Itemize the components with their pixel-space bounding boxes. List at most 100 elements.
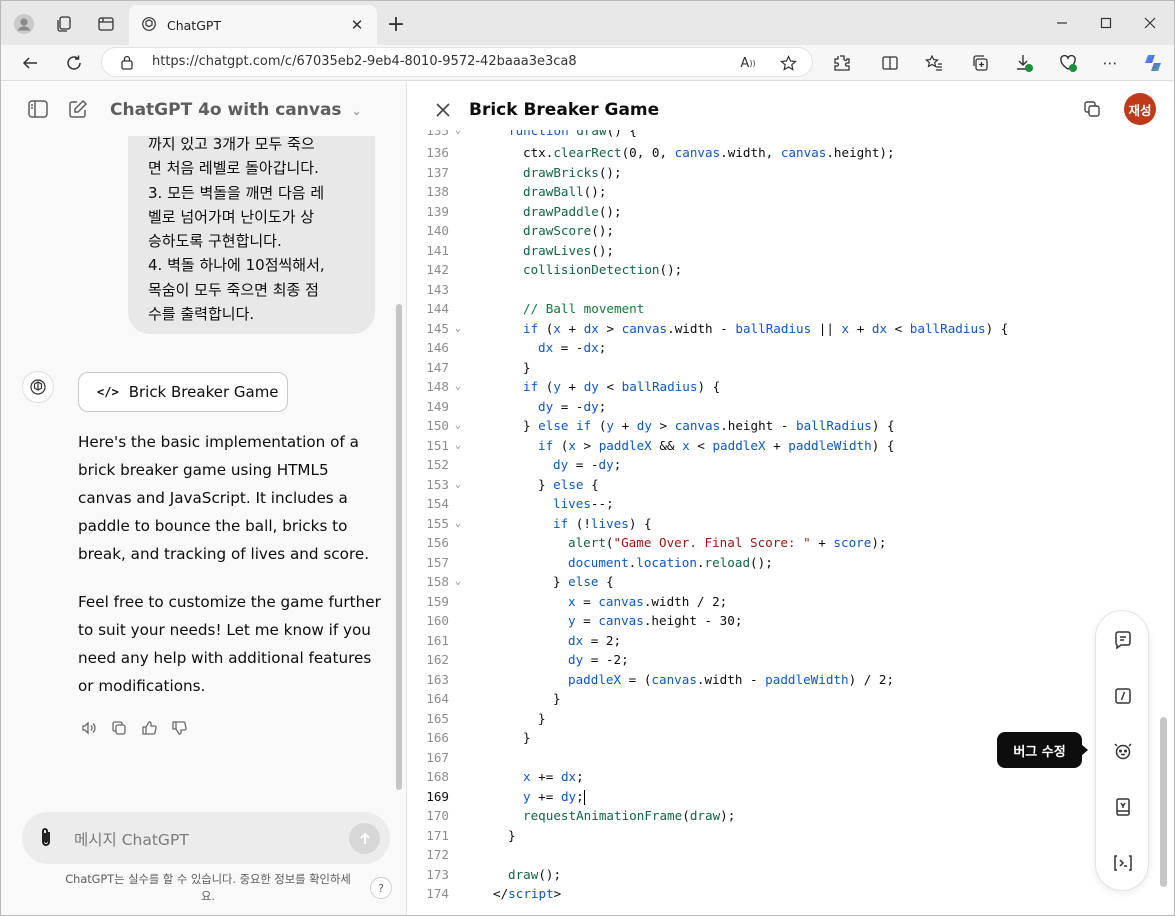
code-line: 157 document.location.reload(); bbox=[426, 554, 773, 570]
split-screen-icon[interactable] bbox=[877, 50, 903, 76]
fix-bugs-tooltip: 버그 수정 bbox=[997, 732, 1088, 768]
read-aloud-icon[interactable] bbox=[79, 718, 99, 738]
thumbs-down-icon[interactable] bbox=[169, 718, 189, 738]
collections-icon[interactable] bbox=[967, 50, 993, 76]
user-avatar[interactable]: 재성 bbox=[1124, 93, 1156, 125]
profile-icon[interactable] bbox=[11, 11, 37, 37]
new-chat-icon[interactable] bbox=[65, 96, 91, 122]
browser-essentials-icon[interactable] bbox=[1055, 50, 1081, 76]
canvas-tools-menu bbox=[1095, 610, 1149, 891]
attach-paperclip-icon[interactable] bbox=[38, 826, 54, 853]
chat-header: ChatGPT 4o with canvas ⌄ bbox=[1, 82, 406, 136]
code-line: 168 x += dx; bbox=[426, 769, 584, 784]
code-line: 140 drawScore(); bbox=[426, 223, 614, 238]
code-review-icon[interactable] bbox=[1111, 628, 1135, 652]
code-line: 163 paddleX = (canvas.width - paddleWidth… bbox=[426, 671, 895, 687]
chatgpt-avatar-icon bbox=[22, 371, 54, 403]
code-editor[interactable]: 135 ⌄ function draw() { 136 ctx.clearRect(0… bbox=[407, 130, 1174, 915]
code-scrollbar[interactable] bbox=[1160, 717, 1167, 887]
back-icon[interactable] bbox=[16, 49, 44, 77]
minimize-icon[interactable] bbox=[1047, 9, 1077, 37]
close-canvas-icon[interactable] bbox=[431, 98, 455, 122]
browser-window: ChatGPT ✕ + https://chatgpt.com/c/67035e… bbox=[0, 0, 1175, 916]
code-line: 137 drawBricks(); bbox=[426, 164, 622, 180]
code-line: 135 ⌄ function draw() { bbox=[426, 130, 637, 138]
assistant-reply-paragraph-2: Feel free to customize the game further … bbox=[78, 593, 381, 695]
add-comments-icon[interactable] bbox=[1111, 684, 1135, 708]
disclaimer-text: ChatGPT는 실수를 할 수 있습니다. 중요한 정보를 확인하세요. bbox=[65, 873, 351, 903]
model-selector[interactable]: ChatGPT 4o with canvas ⌄ bbox=[110, 100, 362, 120]
message-composer[interactable]: 메시지 ChatGPT bbox=[22, 812, 390, 864]
add-logs-icon[interactable] bbox=[1111, 795, 1135, 819]
code-line: 170 requestAnimationFrame(draw); bbox=[426, 808, 736, 823]
active-line-number: 169 bbox=[426, 788, 449, 804]
code-line: 142 collisionDetection(); bbox=[426, 262, 683, 277]
send-button[interactable] bbox=[349, 823, 380, 854]
fix-bugs-icon[interactable] bbox=[1111, 739, 1135, 763]
code-line: 152 dy = -dy; bbox=[426, 457, 622, 472]
copy-icon[interactable] bbox=[109, 718, 129, 738]
sidebar-toggle-icon[interactable] bbox=[25, 96, 51, 122]
tab-actions-icon[interactable] bbox=[93, 11, 119, 37]
code-line: 158 ⌄} else { bbox=[426, 574, 614, 589]
code-line: 171} bbox=[426, 827, 516, 843]
title-bar: ChatGPT ✕ + bbox=[1, 1, 1174, 45]
code-line: 136 ctx.clearRect(0, 0, canvas.width, can… bbox=[426, 145, 895, 160]
chat-scrollbar[interactable] bbox=[396, 304, 402, 790]
code-line: 166} bbox=[426, 730, 531, 745]
new-tab-icon[interactable]: + bbox=[383, 11, 409, 37]
open-canvas-button[interactable]: </> Brick Breaker Game bbox=[78, 372, 288, 412]
code-line: 167 bbox=[426, 749, 449, 765]
code-line: 172 bbox=[426, 847, 449, 862]
code-line: 148 ⌄ if (y + dy < ballRadius) { bbox=[426, 379, 721, 394]
code-line: 164} bbox=[426, 691, 561, 706]
code-line: 165} bbox=[426, 710, 546, 726]
assistant-reply-paragraph-1: Here's the basic implementation of a bri… bbox=[78, 433, 370, 563]
code-line: 156 alert("Game Over. Final Score: " + sc… bbox=[426, 535, 887, 550]
text-caret bbox=[583, 789, 585, 805]
user-message-text: 까지 있고 3개가 모두 죽으 면 처음 레벨로 돌아갑니다. 3. 모든 벽돌… bbox=[148, 135, 325, 324]
canvas-panel: Brick Breaker Game 재성 135 ⌄ function draw(… bbox=[406, 82, 1174, 915]
workspaces-icon[interactable] bbox=[51, 11, 77, 37]
code-line: 162 dy = -2; bbox=[426, 652, 629, 667]
url-field[interactable]: https://chatgpt.com/c/67035eb2-9eb4-8010… bbox=[101, 47, 813, 77]
code-line: 161 dx = 2; bbox=[426, 632, 622, 648]
canvas-title: Brick Breaker Game bbox=[469, 100, 660, 120]
user-message-bubble: 까지 있고 3개가 모두 죽으 면 처음 레벨로 돌아갑니다. 3. 모든 벽돌… bbox=[128, 102, 375, 334]
code-line: 153 ⌄} else { bbox=[426, 476, 599, 492]
port-language-icon[interactable] bbox=[1111, 851, 1135, 875]
thumbs-up-icon[interactable] bbox=[139, 718, 159, 738]
code-line: 147} bbox=[426, 359, 531, 375]
tab-chatgpt[interactable]: ChatGPT ✕ bbox=[129, 5, 377, 45]
maximize-icon[interactable] bbox=[1091, 9, 1121, 37]
copilot-icon[interactable] bbox=[1140, 50, 1166, 76]
tab-title: ChatGPT bbox=[167, 17, 222, 33]
copy-code-icon[interactable] bbox=[1080, 97, 1104, 121]
code-icon: </> bbox=[97, 385, 119, 399]
code-line: 144// Ball movement bbox=[426, 301, 645, 316]
url-text: https://chatgpt.com/c/67035eb2-9eb4-8010… bbox=[152, 54, 577, 69]
code-line: 154 lives--; bbox=[426, 496, 614, 511]
code-line: 139 drawPaddle(); bbox=[426, 203, 622, 219]
code-line-active: 169 y += dy; bbox=[407, 787, 1097, 807]
favorite-star-icon[interactable] bbox=[776, 51, 800, 75]
chatgpt-favicon-icon bbox=[141, 16, 157, 36]
favorites-icon[interactable] bbox=[921, 50, 947, 76]
code-line: 145 ⌄ if (x + dx > canvas.width - ballRadi… bbox=[426, 320, 1009, 336]
code-line: 150 ⌄} else if (y + dy > canvas.height - … bbox=[426, 418, 895, 433]
downloads-icon[interactable] bbox=[1011, 50, 1037, 76]
lock-icon[interactable] bbox=[120, 54, 134, 74]
code-line: 174 </script> bbox=[426, 886, 562, 901]
message-input[interactable]: 메시지 ChatGPT bbox=[74, 828, 189, 850]
more-options-icon[interactable]: ⋯ bbox=[1097, 50, 1123, 76]
tab-close-icon[interactable]: ✕ bbox=[347, 15, 367, 35]
read-aloud-icon[interactable]: A)) bbox=[736, 51, 760, 75]
window-close-icon[interactable] bbox=[1135, 9, 1165, 37]
refresh-icon[interactable] bbox=[60, 49, 88, 77]
code-line: 159 x = canvas.width / 2; bbox=[426, 593, 728, 609]
extensions-icon[interactable] bbox=[829, 50, 855, 76]
code-line: 149 dy = -dy; bbox=[426, 398, 607, 414]
code-line: 155 ⌄ if (!lives) { bbox=[426, 515, 652, 531]
help-button[interactable]: ? bbox=[370, 877, 392, 899]
model-name: ChatGPT 4o with canvas bbox=[110, 100, 342, 120]
